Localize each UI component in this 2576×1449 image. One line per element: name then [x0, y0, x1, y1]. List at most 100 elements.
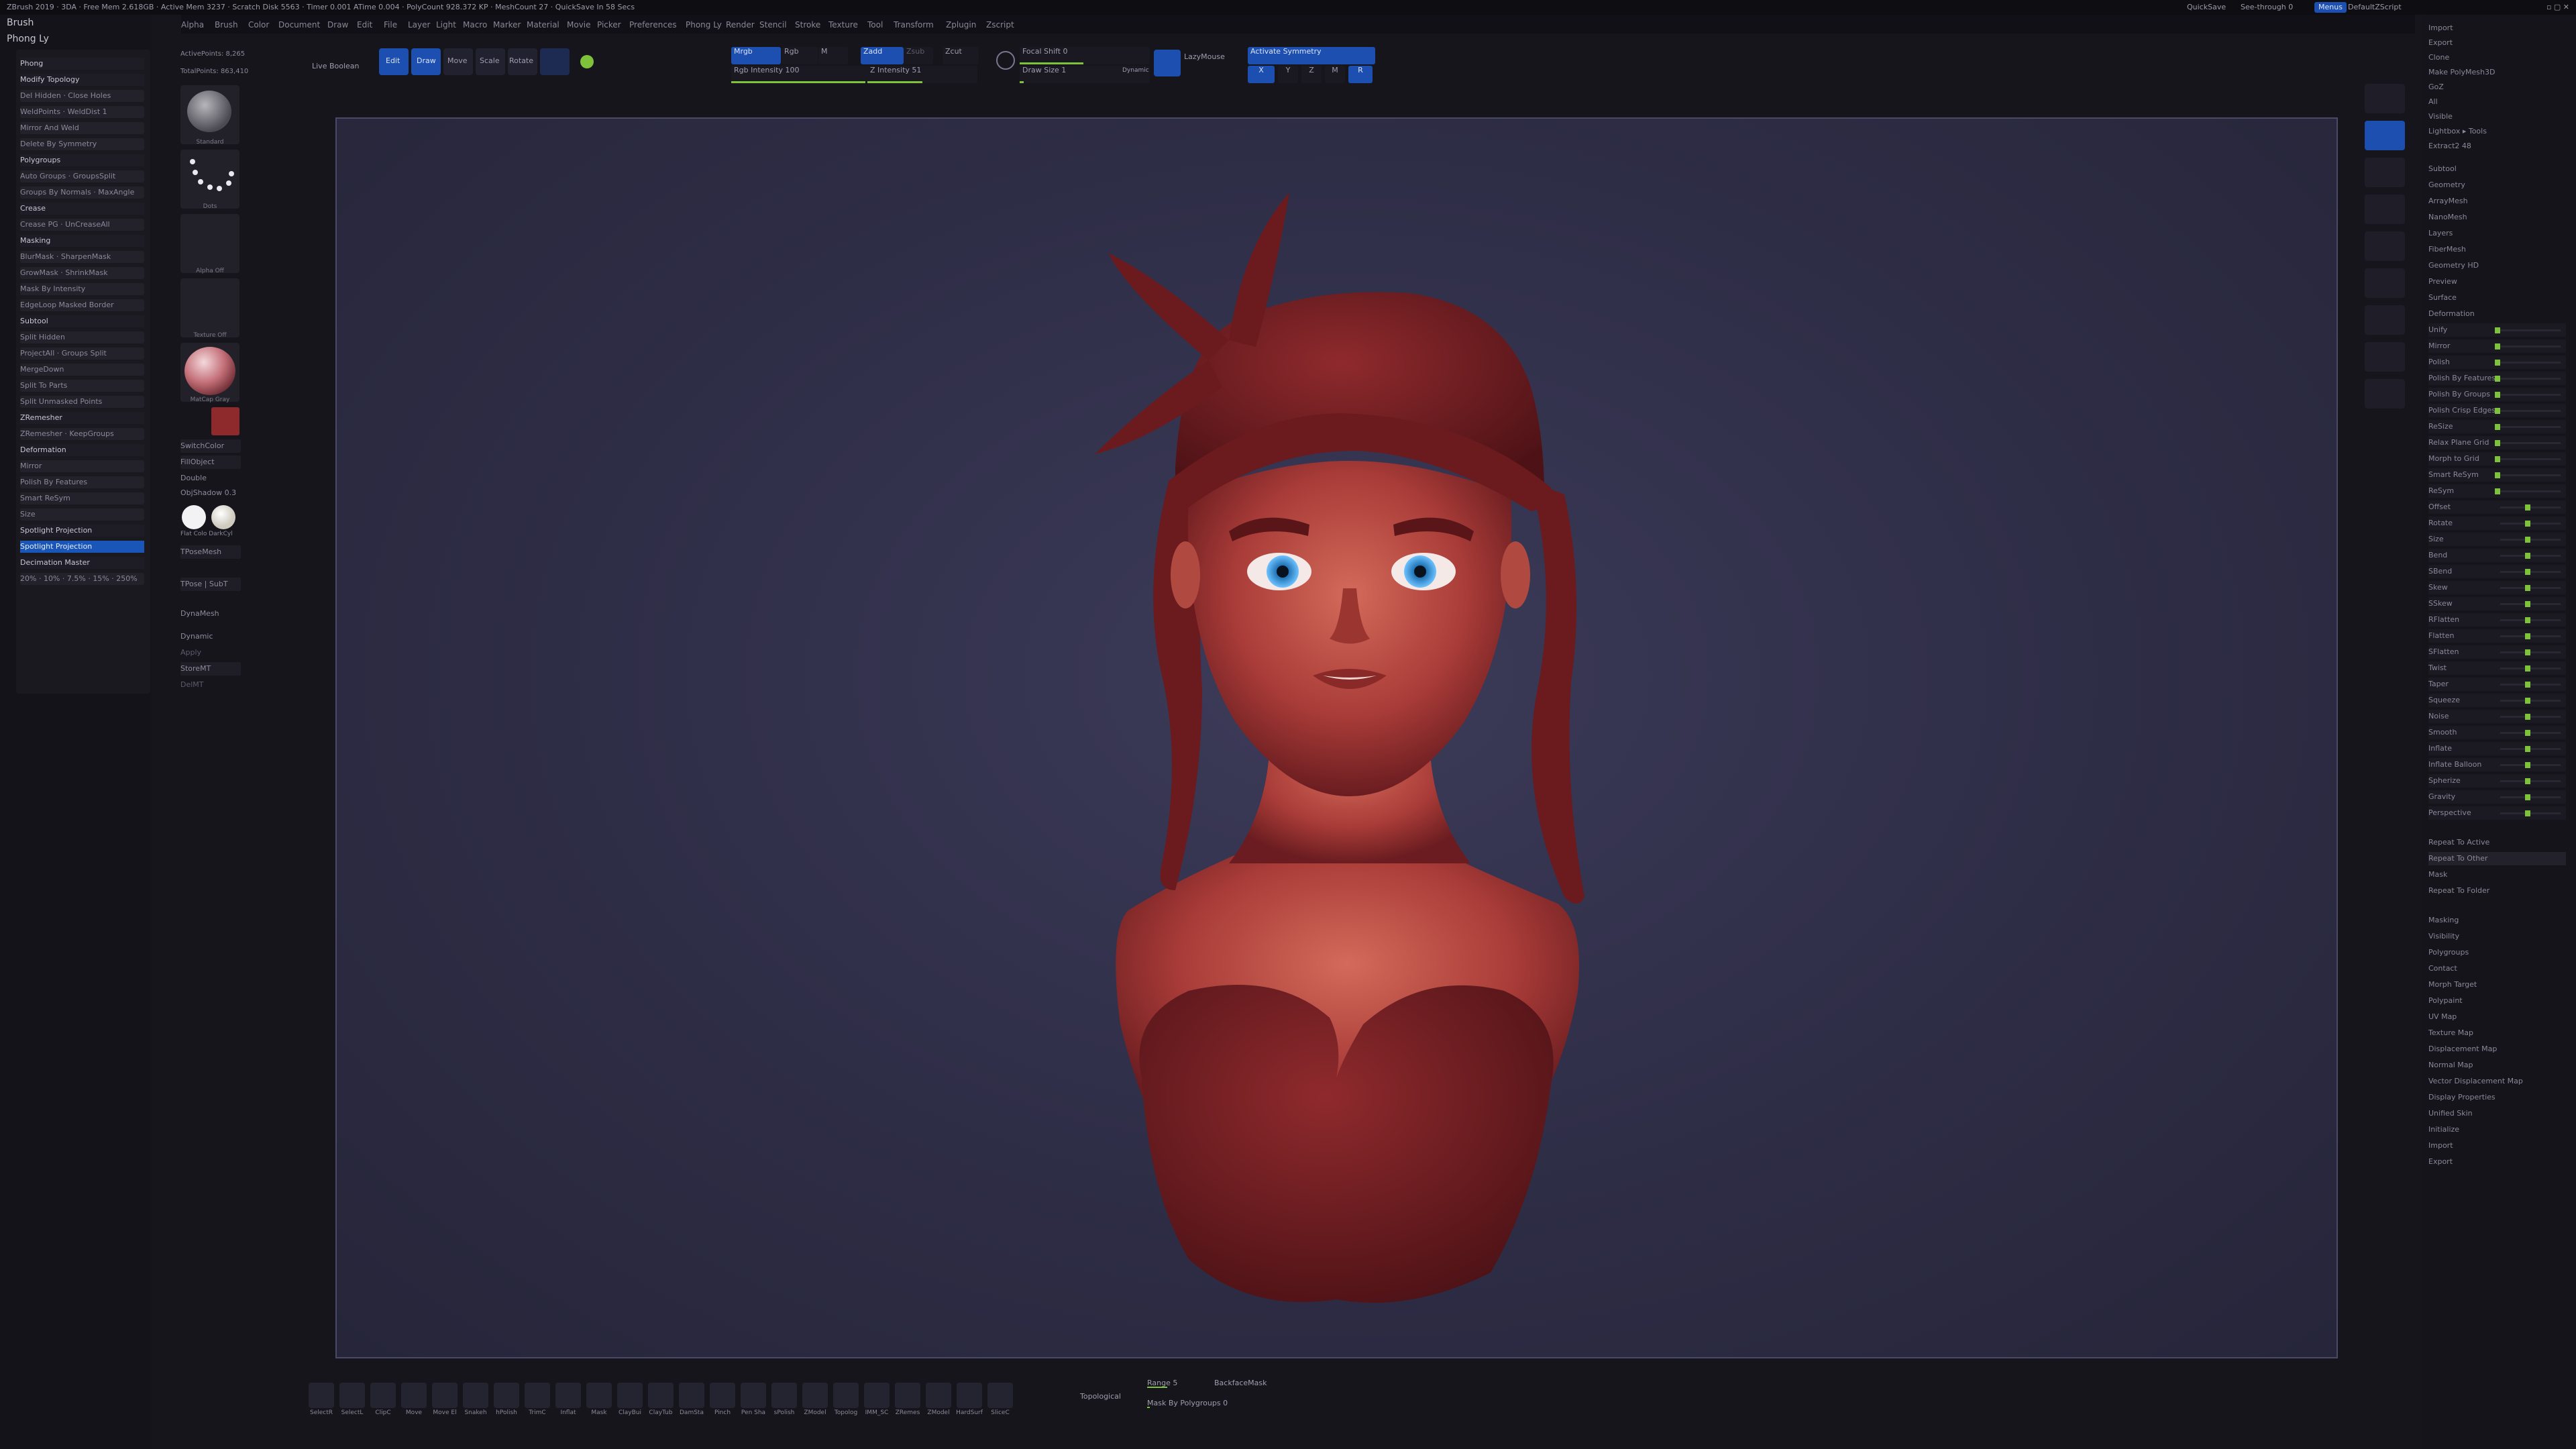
rgb-intensity-slider[interactable]: Rgb Intensity 100	[731, 66, 868, 83]
slider-knob[interactable]	[2525, 569, 2530, 575]
slider-knob[interactable]	[2495, 343, 2500, 350]
range-slider[interactable]: Range 5	[1147, 1379, 1208, 1388]
switchcolor-button[interactable]: SwitchColor	[180, 439, 241, 453]
brush-button[interactable]: hPolish	[494, 1383, 519, 1416]
frame-button[interactable]	[2365, 268, 2405, 298]
repeat-button[interactable]: Repeat To Other	[2428, 852, 2566, 865]
deformation-slider[interactable]: Flatten	[2428, 629, 2566, 643]
menu-edit[interactable]: Edit	[357, 20, 372, 30]
menu-render[interactable]: Render	[726, 20, 755, 30]
slider-knob[interactable]	[2525, 810, 2530, 816]
menu-stencil[interactable]: Stencil	[759, 20, 787, 30]
apply-button[interactable]: Apply	[180, 646, 241, 659]
deformation-slider[interactable]: Mirror	[2428, 339, 2566, 353]
brush-button[interactable]: ZRemes	[895, 1383, 920, 1416]
tool-section-header[interactable]: ArrayMesh	[2428, 195, 2566, 208]
menu-zscript[interactable]: Zscript	[986, 20, 1014, 30]
slider-knob[interactable]	[2495, 408, 2500, 414]
slider-knob[interactable]	[2525, 537, 2530, 543]
flat-color-material-icon[interactable]	[182, 505, 206, 529]
tool-section-header[interactable]: Subtool	[2428, 162, 2566, 176]
tool-top-row[interactable]: Make PolyMesh3D	[2428, 66, 2566, 79]
window-controls[interactable]: ▫ ▢ ✕	[2509, 0, 2569, 15]
m-button[interactable]: M	[818, 47, 848, 64]
left-panel-subheader[interactable]: Phong Ly	[7, 34, 49, 44]
deformation-slider[interactable]: Unify	[2428, 323, 2566, 337]
slider-knob[interactable]	[2525, 665, 2530, 672]
left-panel-row[interactable]: Polish By Features	[20, 476, 144, 488]
sym-y-button[interactable]: Y	[1278, 66, 1298, 83]
tool-top-row[interactable]: GoZ	[2428, 80, 2566, 94]
alpha-thumb[interactable]: Alpha Off	[180, 214, 239, 274]
deformation-slider[interactable]: SFlatten	[2428, 645, 2566, 659]
tool-section-header[interactable]: Preview	[2428, 275, 2566, 288]
tool-section-header[interactable]: Normal Map	[2428, 1059, 2566, 1072]
local-button[interactable]	[2365, 231, 2405, 261]
menu-document[interactable]: Document	[278, 20, 320, 30]
brush-button[interactable]: HardSurf	[956, 1383, 983, 1416]
brush-button[interactable]: SelectR	[309, 1383, 334, 1416]
brush-button[interactable]: Move El	[432, 1383, 458, 1416]
menu-macro[interactable]: Macro	[463, 20, 487, 30]
slider-knob[interactable]	[2495, 376, 2500, 382]
repeat-button[interactable]: Mask	[2428, 868, 2566, 881]
slider-knob[interactable]	[2525, 521, 2530, 527]
tool-section-header[interactable]: Geometry HD	[2428, 259, 2566, 272]
menu-material[interactable]: Material	[527, 20, 559, 30]
left-panel-row[interactable]: GrowMask · ShrinkMask	[20, 267, 144, 279]
left-panel-row[interactable]: Spotlight Projection	[20, 541, 144, 553]
brush-button[interactable]: Snakeh	[463, 1383, 488, 1416]
tool-section-header[interactable]: Visibility	[2428, 930, 2566, 943]
left-panel-row[interactable]: Mask By Intensity	[20, 283, 144, 295]
bpr-button[interactable]	[2365, 84, 2405, 113]
menu-brush[interactable]: Brush	[215, 20, 238, 30]
deformation-slider[interactable]: Squeeze	[2428, 694, 2566, 707]
tool-top-row[interactable]: Extract2 48	[2428, 140, 2566, 153]
deformation-slider[interactable]: SBend	[2428, 565, 2566, 578]
deformation-slider[interactable]: Polish By Groups	[2428, 388, 2566, 401]
double-toggle[interactable]: Double	[180, 472, 241, 485]
dynamic-toggle[interactable]: Dynamic	[1122, 67, 1149, 74]
deformation-slider[interactable]: Rotate	[2428, 517, 2566, 530]
backface-mask-toggle[interactable]: BackfaceMask	[1214, 1379, 1267, 1387]
tool-section-header[interactable]: NanoMesh	[2428, 211, 2566, 224]
slider-knob[interactable]	[2495, 472, 2500, 478]
left-panel-row[interactable]: Delete By Symmetry	[20, 138, 144, 150]
tool-section-header[interactable]: Export	[2428, 1155, 2566, 1169]
left-panel-row[interactable]: Del Hidden · Close Holes	[20, 90, 144, 102]
repeat-button[interactable]: Repeat To Active	[2428, 836, 2566, 849]
tool-section-header[interactable]: Layers	[2428, 227, 2566, 240]
menu-draw[interactable]: Draw	[327, 20, 348, 30]
slider-knob[interactable]	[2495, 456, 2500, 462]
tool-top-row[interactable]: Lightbox ▸ Tools	[2428, 125, 2566, 138]
tool-section-header[interactable]: Masking	[2428, 914, 2566, 927]
deformation-slider[interactable]: Perspective	[2428, 806, 2566, 820]
brush-thumb[interactable]: Standard	[180, 85, 239, 146]
tool-section-header[interactable]: Import	[2428, 1139, 2566, 1152]
tool-section-header[interactable]: Morph Target	[2428, 978, 2566, 991]
quicksave-button[interactable]: QuickSave	[2187, 0, 2226, 15]
deformation-slider[interactable]: Taper	[2428, 678, 2566, 691]
brush-button[interactable]: Pen Sha	[741, 1383, 766, 1416]
left-panel-row[interactable]: Smart ReSym	[20, 492, 144, 504]
tool-top-row[interactable]: Visible	[2428, 110, 2566, 123]
slider-knob[interactable]	[2525, 778, 2530, 784]
left-panel-row[interactable]: Size	[20, 508, 144, 521]
deformation-slider[interactable]: Polish By Features	[2428, 372, 2566, 385]
deformation-slider[interactable]: RFlatten	[2428, 613, 2566, 627]
menu-layer[interactable]: Layer	[408, 20, 430, 30]
tool-section-header[interactable]: Geometry	[2428, 178, 2566, 192]
left-panel-row[interactable]: WeldPoints · WeldDist 1	[20, 106, 144, 118]
slider-knob[interactable]	[2525, 714, 2530, 720]
brush-button[interactable]: DamSta	[679, 1383, 704, 1416]
slider-knob[interactable]	[2525, 585, 2530, 591]
tool-top-row[interactable]: Clone	[2428, 51, 2566, 64]
sym-r-button[interactable]: R	[1348, 66, 1373, 83]
focal-shift-slider[interactable]: Focal Shift 0	[1020, 47, 1150, 64]
zadd-button[interactable]: Zadd	[861, 47, 904, 64]
deformation-slider[interactable]: Polish	[2428, 356, 2566, 369]
brush-button[interactable]: ClipC	[370, 1383, 396, 1416]
left-panel-row[interactable]: ZRemesher · KeepGroups	[20, 428, 144, 440]
seethrough-slider[interactable]: See-through 0	[2241, 0, 2293, 15]
move-view-button[interactable]	[2365, 305, 2405, 335]
